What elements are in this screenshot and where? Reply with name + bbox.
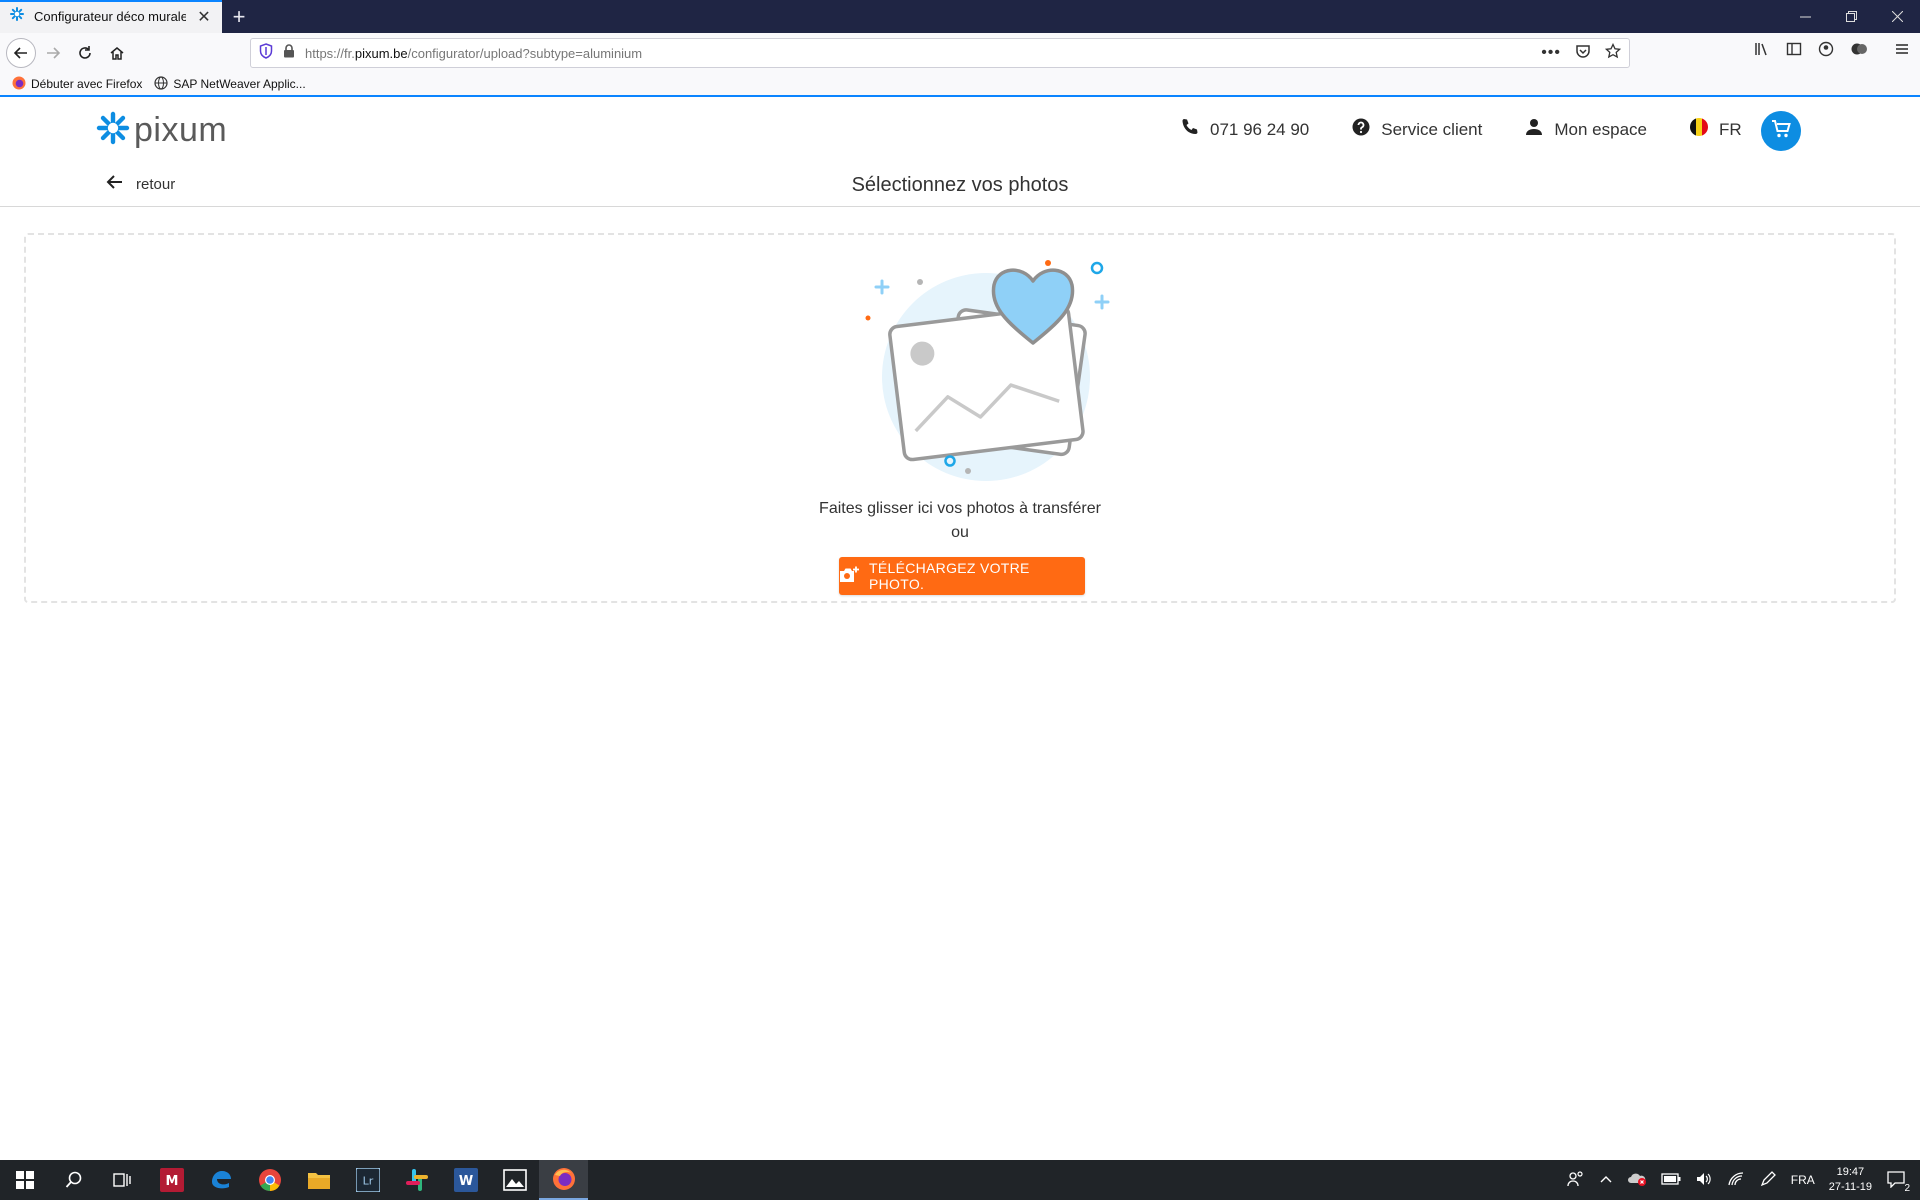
tracking-protection-icon[interactable] bbox=[259, 42, 273, 64]
pixum-favicon-icon bbox=[10, 7, 24, 26]
file-explorer-app-icon[interactable] bbox=[294, 1160, 343, 1200]
taskbar-search-icon[interactable] bbox=[49, 1160, 98, 1200]
wifi-icon[interactable] bbox=[1727, 1171, 1745, 1190]
browser-titlebar: Configurateur déco murale ✕ + bbox=[0, 0, 1920, 33]
drag-text: Faites glisser ici vos photos à transfér… bbox=[819, 500, 1101, 517]
photos-app-icon[interactable] bbox=[490, 1160, 539, 1200]
svg-text:W: W bbox=[458, 1174, 472, 1189]
mendeley-app-icon[interactable]: M bbox=[147, 1160, 196, 1200]
photo-dropzone[interactable]: Faites glisser ici vos photos à transfér… bbox=[24, 233, 1896, 603]
bookmark-sap[interactable]: SAP NetWeaver Applic... bbox=[154, 75, 306, 93]
lock-icon[interactable] bbox=[283, 43, 295, 63]
tab-title: Configurateur déco murale bbox=[34, 9, 186, 24]
chrome-app-icon[interactable] bbox=[245, 1160, 294, 1200]
bookmarks-toolbar: Débuter avec Firefox SAP NetWeaver Appli… bbox=[0, 73, 1920, 97]
people-icon[interactable] bbox=[1567, 1170, 1585, 1190]
reload-button[interactable] bbox=[70, 38, 100, 68]
pen-icon[interactable] bbox=[1759, 1170, 1777, 1190]
account-link[interactable]: Mon espace bbox=[1524, 117, 1647, 142]
pixum-logo[interactable]: pixum bbox=[96, 111, 227, 150]
notification-count: 2 bbox=[1904, 1182, 1910, 1194]
lightroom-app-icon[interactable]: Lr bbox=[343, 1160, 392, 1200]
word-app-icon[interactable]: W bbox=[441, 1160, 490, 1200]
address-bar[interactable]: https://fr.pixum.be/configurator/upload?… bbox=[250, 38, 1630, 68]
help-icon bbox=[1351, 117, 1371, 142]
user-icon bbox=[1524, 117, 1544, 142]
tab-close-icon[interactable]: ✕ bbox=[196, 7, 212, 27]
service-client-link[interactable]: Service client bbox=[1351, 117, 1482, 142]
svg-text:M: M bbox=[165, 1174, 178, 1189]
volume-icon[interactable] bbox=[1695, 1171, 1713, 1190]
new-tab-button[interactable]: + bbox=[222, 0, 256, 33]
phone-icon bbox=[1180, 117, 1200, 142]
clock[interactable]: 19:47 27-11-19 bbox=[1829, 1165, 1872, 1195]
notification-center-icon[interactable]: 2 bbox=[1886, 1170, 1910, 1194]
or-text: ou bbox=[951, 524, 969, 541]
menu-icon[interactable] bbox=[1894, 41, 1910, 62]
start-button[interactable] bbox=[0, 1160, 49, 1200]
onedrive-error-icon[interactable] bbox=[1627, 1171, 1647, 1190]
logo-text: pixum bbox=[134, 111, 228, 149]
browser-navbar: https://fr.pixum.be/configurator/upload?… bbox=[0, 33, 1920, 73]
upload-photo-button[interactable]: TÉLÉCHARGEZ VOTRE PHOTO. bbox=[839, 557, 1085, 595]
edge-app-icon[interactable] bbox=[196, 1160, 245, 1200]
language-selector[interactable]: FR bbox=[1689, 117, 1742, 142]
account-icon[interactable] bbox=[1818, 41, 1834, 62]
window-controls bbox=[1782, 0, 1920, 33]
bookmark-star-icon[interactable] bbox=[1604, 42, 1622, 64]
firefox-icon bbox=[12, 76, 26, 93]
camera-plus-icon bbox=[839, 566, 859, 587]
toolbar-right bbox=[1754, 41, 1910, 62]
restore-button[interactable] bbox=[1828, 0, 1874, 33]
page-title: Sélectionnez vos photos bbox=[851, 174, 1069, 196]
pocket-icon[interactable] bbox=[1575, 43, 1591, 64]
minimize-button[interactable] bbox=[1782, 0, 1828, 33]
browser-tab[interactable]: Configurateur déco murale ✕ bbox=[0, 0, 222, 33]
belgium-flag-icon bbox=[1689, 117, 1709, 142]
url-text[interactable]: https://fr.pixum.be/configurator/upload?… bbox=[305, 46, 1531, 61]
drop-instructions: Faites glisser ici vos photos à transfér… bbox=[26, 497, 1894, 545]
phone-link[interactable]: 071 96 24 90 bbox=[1180, 117, 1309, 142]
header-nav: 071 96 24 90 Service client Mon espace F… bbox=[1180, 117, 1784, 142]
close-window-button[interactable] bbox=[1874, 0, 1920, 33]
system-tray: FRA 19:47 27-11-19 2 bbox=[1567, 1160, 1920, 1200]
extension-icon[interactable] bbox=[1850, 41, 1868, 62]
battery-icon[interactable] bbox=[1661, 1172, 1681, 1188]
page-actions-icon[interactable]: ••• bbox=[1541, 44, 1561, 62]
upload-illustration-icon bbox=[838, 245, 1128, 485]
firefox-app-icon[interactable] bbox=[539, 1160, 588, 1200]
library-icon[interactable] bbox=[1754, 41, 1770, 62]
svg-text:Lr: Lr bbox=[362, 1175, 373, 1188]
pixum-logo-icon bbox=[96, 111, 130, 150]
input-language[interactable]: FRA bbox=[1791, 1173, 1815, 1187]
task-view-icon[interactable] bbox=[98, 1160, 147, 1200]
back-button[interactable] bbox=[6, 38, 36, 68]
cart-button[interactable] bbox=[1761, 111, 1801, 151]
sidebar-icon[interactable] bbox=[1786, 41, 1802, 62]
site-header: pixum 071 96 24 90 Service client Mon es… bbox=[0, 99, 1920, 207]
bookmark-firefox[interactable]: Débuter avec Firefox bbox=[12, 76, 142, 93]
forward-button[interactable] bbox=[38, 38, 68, 68]
cart-icon bbox=[1770, 118, 1792, 145]
globe-icon bbox=[154, 75, 168, 93]
windows-taskbar: M Lr W FRA 19:47 27-11-19 2 bbox=[0, 1160, 1920, 1200]
slack-app-icon[interactable] bbox=[392, 1160, 441, 1200]
chevron-up-icon[interactable] bbox=[1599, 1173, 1613, 1187]
home-button[interactable] bbox=[102, 38, 132, 68]
